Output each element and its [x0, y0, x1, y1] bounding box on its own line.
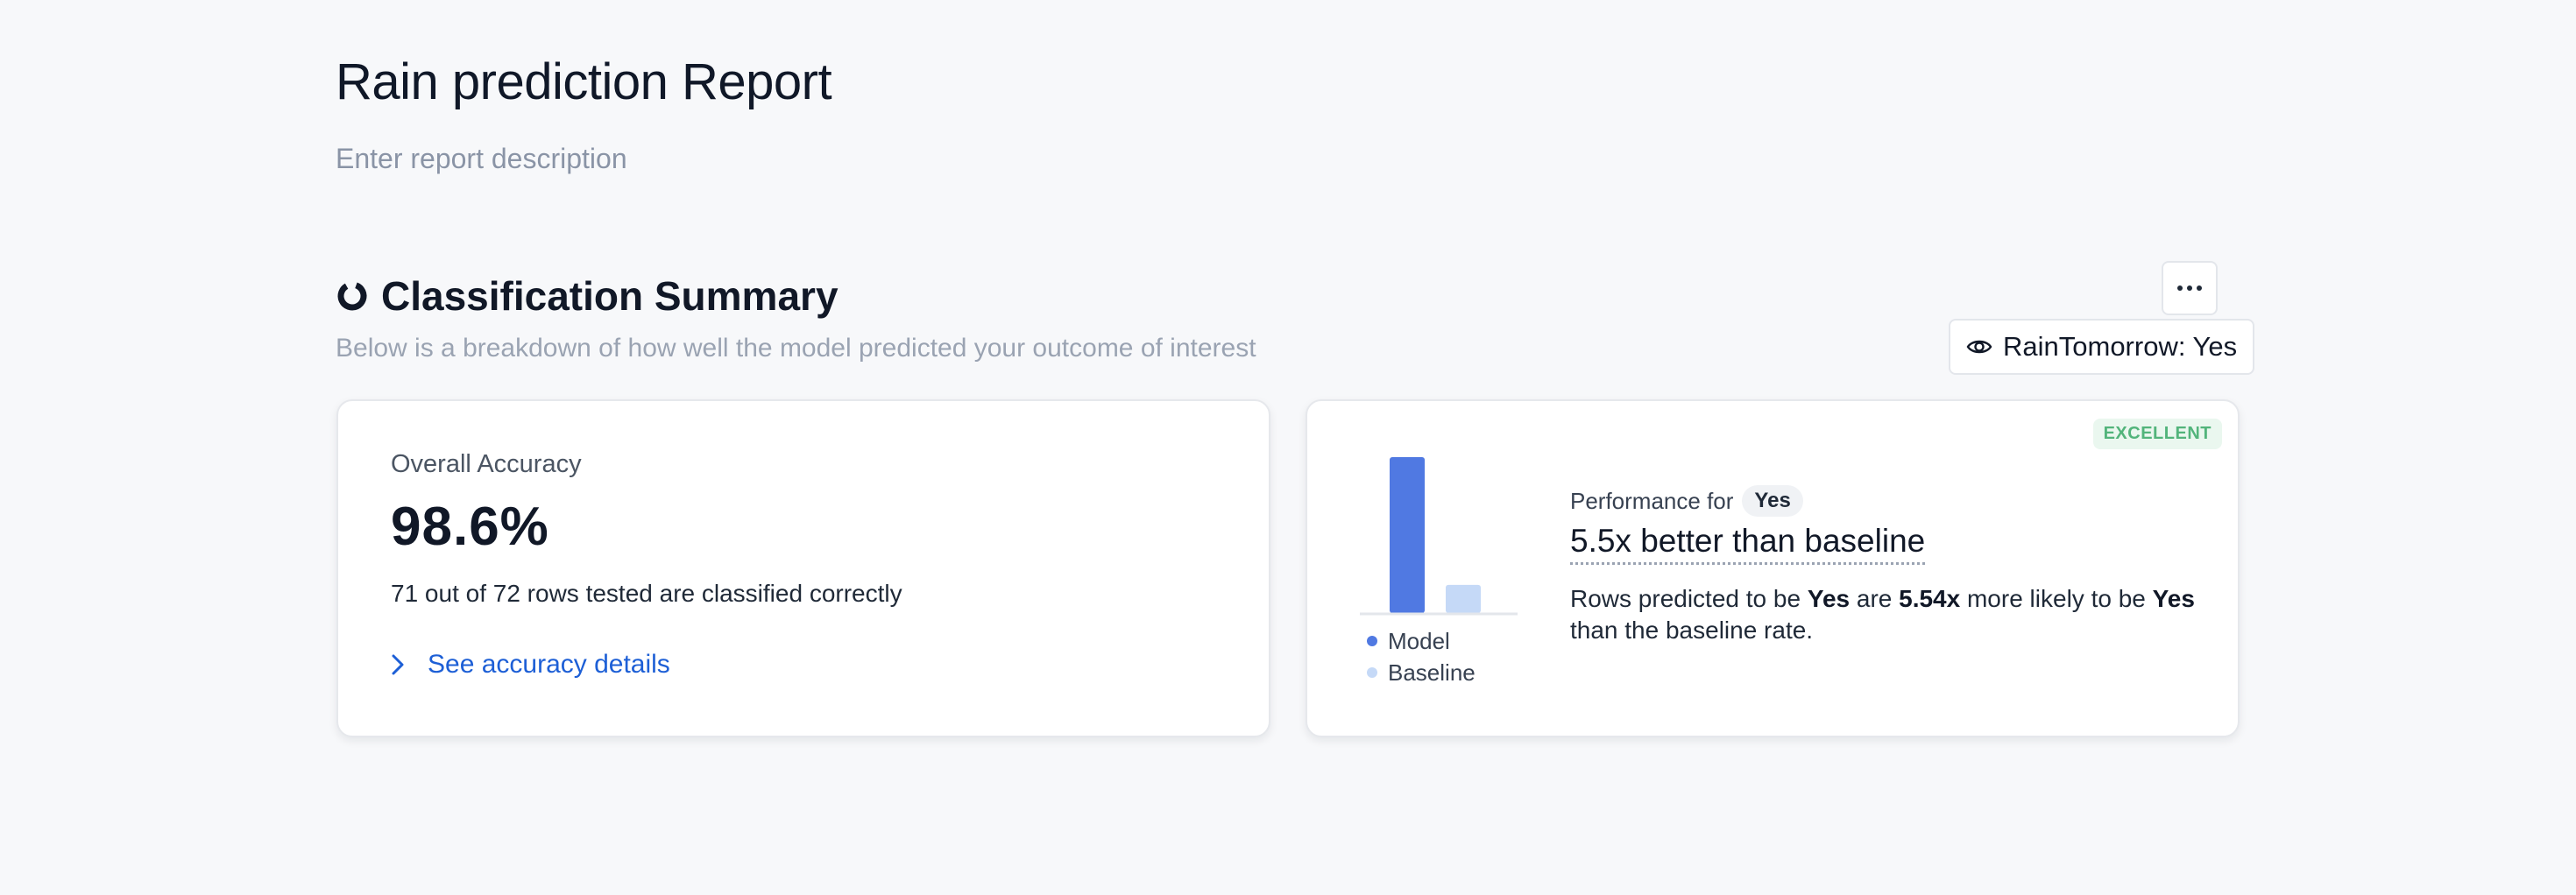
perf-text-2: are: [1850, 585, 1900, 612]
more-dot: [2197, 285, 2202, 291]
legend-swatch-baseline: [1367, 667, 1377, 678]
section-subtitle: Below is a breakdown of how well the mod…: [336, 334, 1256, 363]
see-accuracy-details-label: See accuracy details: [428, 650, 670, 679]
section-title: Classification Summary: [381, 273, 839, 319]
more-horizontal-icon: [2177, 285, 2183, 291]
accuracy-description: 71 out of 72 rows tested are classified …: [391, 580, 902, 607]
model-vs-baseline-chart: [1360, 457, 1518, 616]
donut-chart-icon: [337, 281, 367, 311]
outcome-filter-label: RainTomorrow: Yes: [2003, 331, 2238, 362]
section-header: Classification Summary: [336, 270, 839, 322]
accuracy-label: Overall Accuracy: [391, 450, 582, 478]
performance-card: EXCELLENT Model Baseline Performance for…: [1306, 399, 2240, 737]
performance-for-label: Performance for: [1570, 487, 1734, 514]
performance-for: Performance for Yes: [1570, 485, 1803, 517]
performance-description: Rows predicted to be Yes are 5.54x more …: [1570, 583, 2201, 646]
chart-legend: Model Baseline: [1367, 625, 1476, 688]
perf-text-4: than the baseline rate.: [1570, 617, 1814, 644]
legend-swatch-model: [1367, 636, 1377, 646]
performance-headline[interactable]: 5.5x better than baseline: [1570, 520, 1926, 565]
overall-accuracy-card: Overall Accuracy 98.6% 71 out of 72 rows…: [336, 399, 1270, 737]
chevron-right-icon: [392, 654, 404, 675]
legend-label-model: Model: [1388, 627, 1450, 654]
bar-baseline: [1446, 584, 1481, 613]
perf-bold-3: Yes: [2152, 585, 2195, 612]
report-description-input[interactable]: Enter report description: [336, 140, 627, 177]
performance-badge: EXCELLENT: [2092, 419, 2222, 449]
outcome-filter-button[interactable]: RainTomorrow: Yes: [1949, 319, 2255, 375]
legend-item-baseline: Baseline: [1367, 657, 1476, 688]
perf-text-1: Rows predicted to be: [1570, 585, 1808, 612]
perf-text-3: more likely to be: [1960, 585, 2153, 612]
more-dot: [2187, 285, 2192, 291]
bar-model: [1390, 457, 1425, 613]
see-accuracy-details-link[interactable]: See accuracy details: [391, 650, 670, 680]
report-page: Rain prediction Report Enter report desc…: [0, 0, 2576, 895]
legend-item-model: Model: [1367, 625, 1476, 657]
report-title[interactable]: Rain prediction Report: [336, 49, 832, 116]
more-options-button[interactable]: [2162, 261, 2218, 315]
legend-label-baseline: Baseline: [1388, 659, 1476, 686]
perf-bold-2: 5.54x: [1899, 585, 1961, 612]
perf-bold-1: Yes: [1807, 585, 1851, 612]
accuracy-value: 98.6%: [391, 497, 549, 557]
performance-for-value: Yes: [1742, 485, 1803, 517]
eye-icon: [1966, 340, 1992, 354]
